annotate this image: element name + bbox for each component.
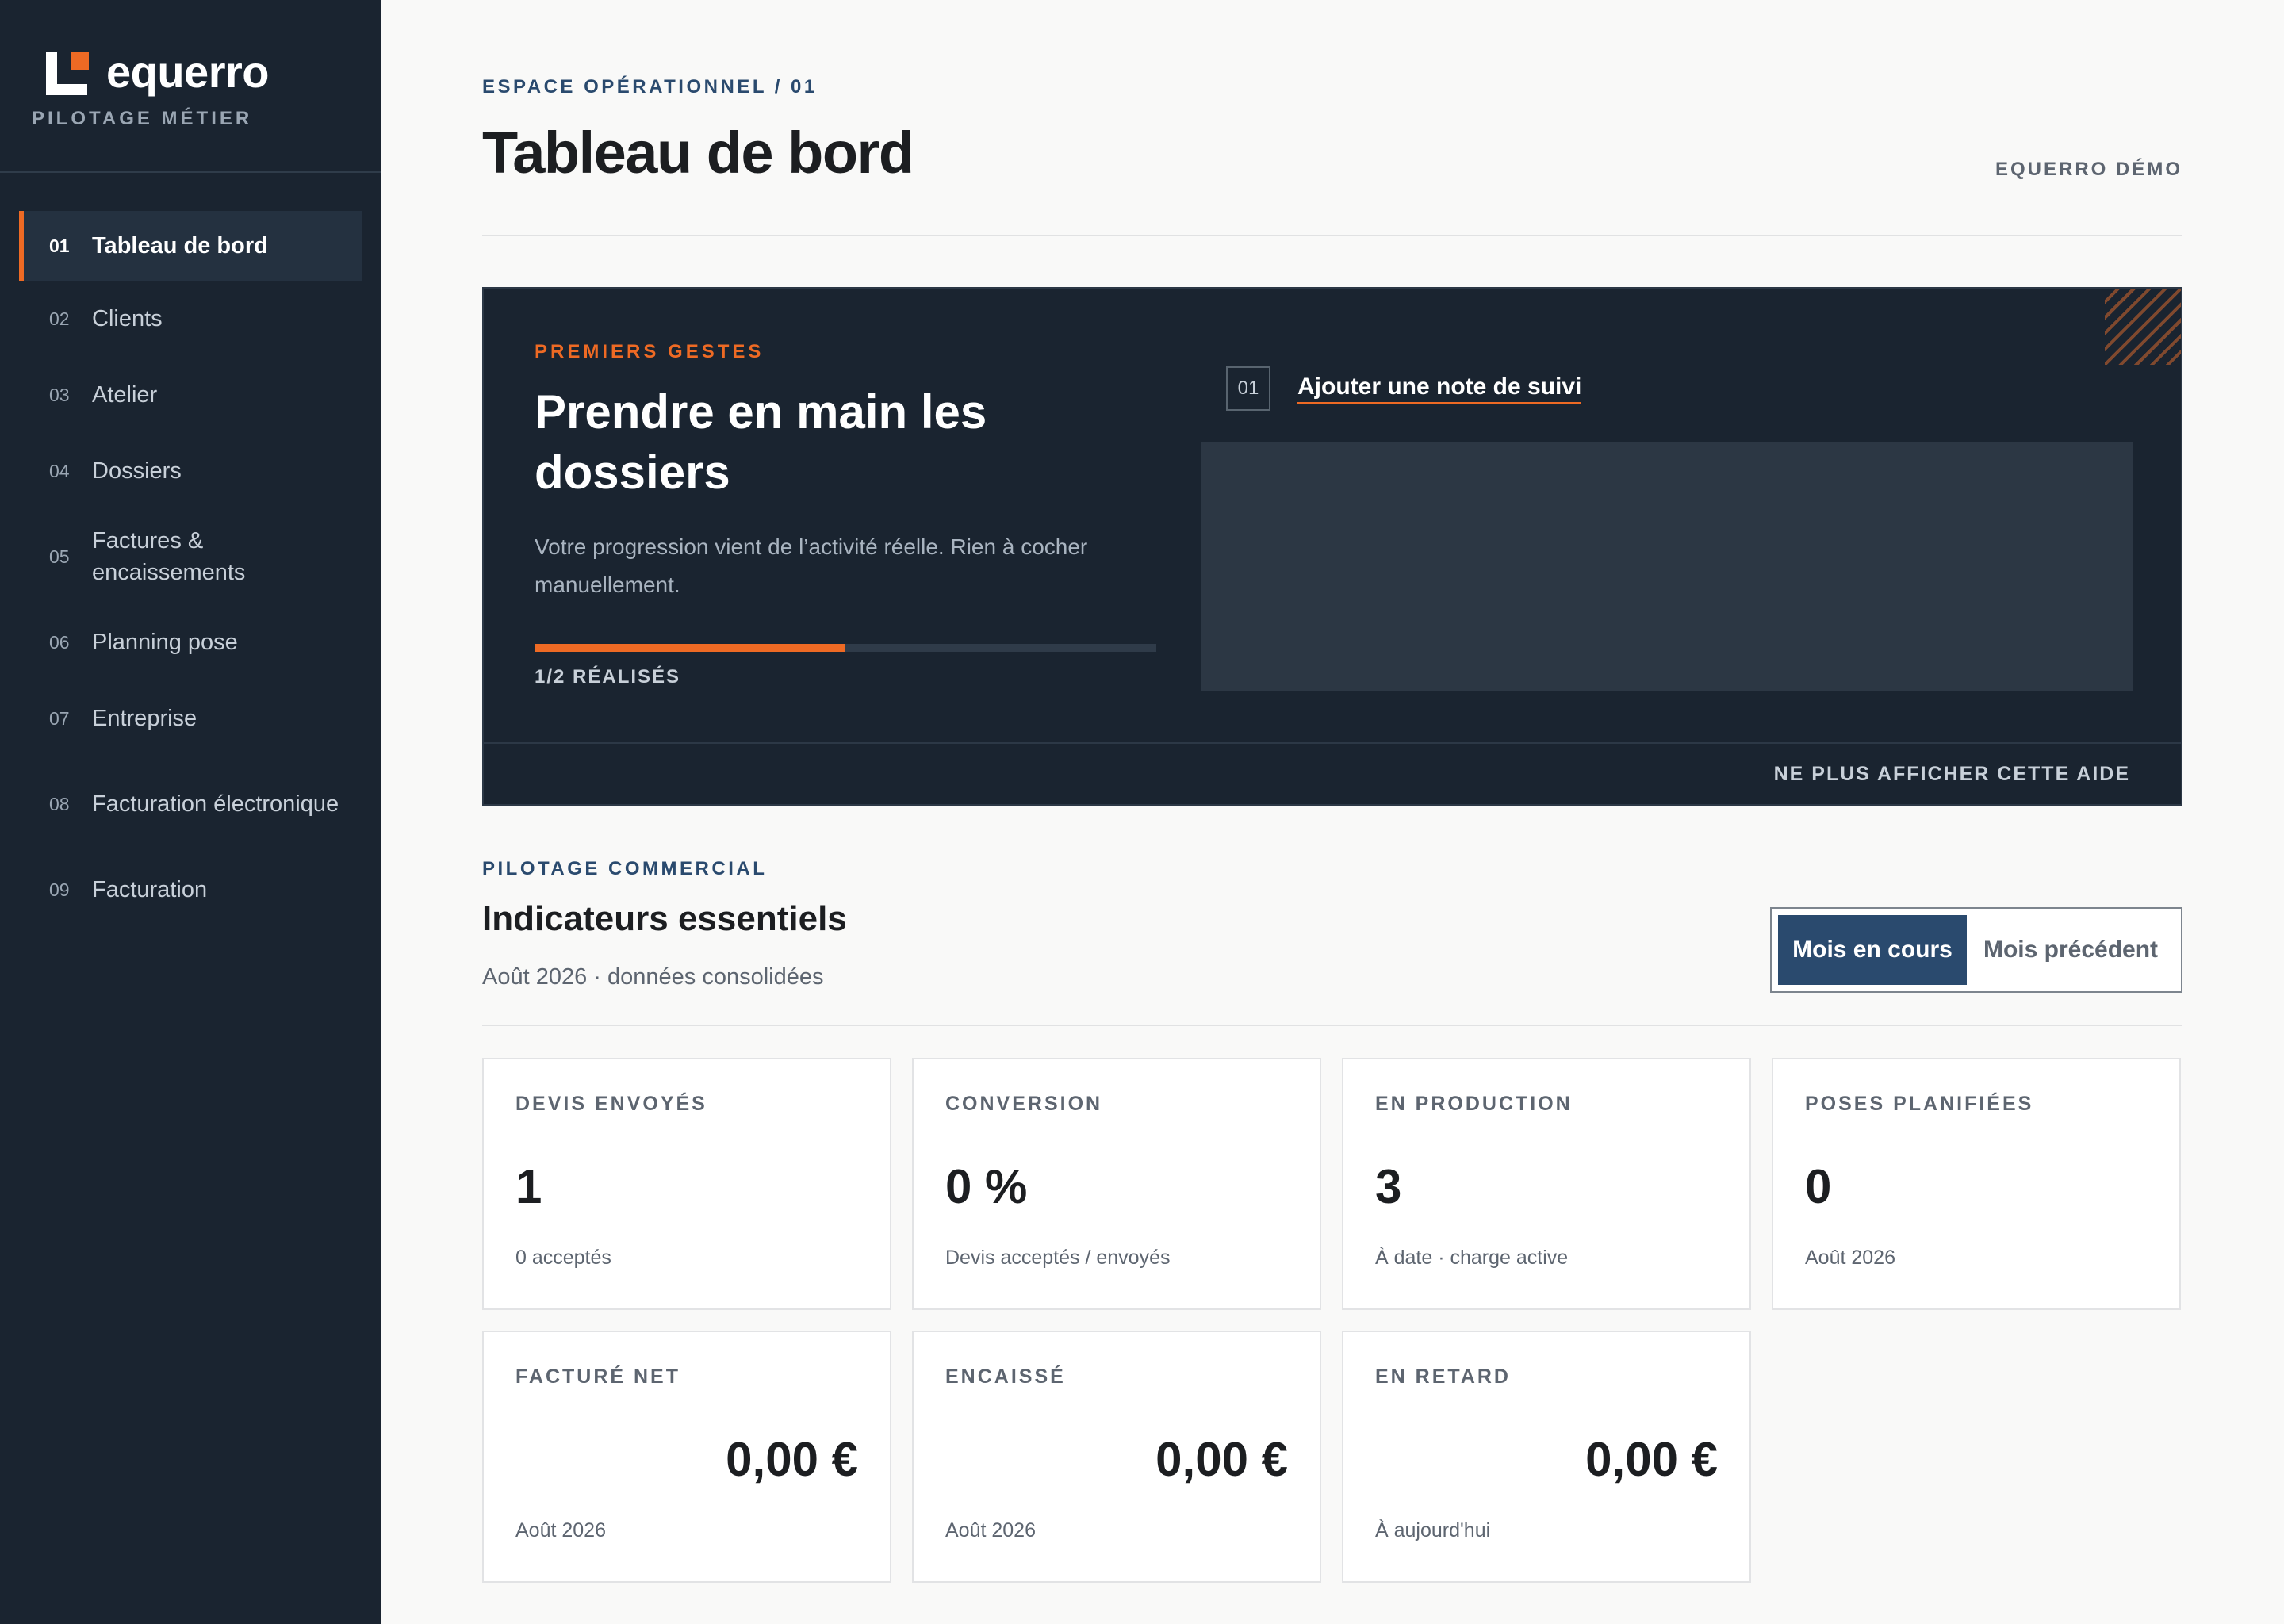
kpi-value: 0,00 € — [1585, 1433, 1718, 1486]
sidebar-item-number: 07 — [49, 708, 70, 729]
kpi-note: À date · charge active — [1375, 1247, 1569, 1269]
step-number: 01 — [1226, 366, 1270, 411]
sidebar-item-label: Tableau de bord — [92, 233, 268, 259]
sidebar-item-label: Dossiers — [92, 458, 182, 484]
sidebar-item-clients[interactable]: 02 Clients — [19, 281, 362, 357]
sidebar-item-label: Facturation électronique — [92, 791, 339, 817]
sidebar-item-number: 04 — [49, 461, 70, 481]
kpi-label: ENCAISSÉ — [945, 1365, 1066, 1388]
brand-logo[interactable]: equerro — [46, 47, 270, 97]
kpi-card-encaisse[interactable]: ENCAISSÉ 0,00 € Août 2026 — [912, 1331, 1321, 1583]
kpi-card-conversion[interactable]: CONVERSION 0 % Devis acceptés / envoyés — [912, 1058, 1321, 1310]
onboarding-progress-fill — [535, 644, 845, 652]
kpi-value: 1 — [515, 1160, 542, 1213]
hatch-decoration-icon — [2105, 289, 2181, 365]
sidebar-item-label: Entreprise — [92, 706, 197, 731]
onboarding-description: Votre progression vient de l’activité ré… — [535, 534, 1088, 597]
kpi-divider — [482, 1025, 2182, 1026]
sidebar-item-number: 08 — [49, 794, 70, 814]
sidebar-divider — [0, 171, 381, 173]
kpi-value: 0,00 € — [726, 1433, 858, 1486]
breadcrumb: ESPACE OPÉRATIONNEL / 01 — [482, 76, 818, 98]
kpi-card-devis-envoyes[interactable]: DEVIS ENVOYÉS 1 0 acceptés — [482, 1058, 891, 1310]
dismiss-help-button[interactable]: NE PLUS AFFICHER CETTE AIDE — [1774, 763, 2130, 786]
sidebar-nav: 01 Tableau de bord 02 Clients 03 Atelier… — [19, 211, 362, 928]
sidebar-item-label: Planning pose — [92, 630, 238, 655]
onboarding-eyebrow: PREMIERS GESTES — [535, 341, 765, 362]
sidebar-item-factures[interactable]: 05 Factures & encaissements — [19, 509, 362, 604]
sidebar-item-number: 06 — [49, 632, 70, 653]
sidebar-item-label: Clients — [92, 306, 163, 331]
kpi-card-poses-planifiees[interactable]: POSES PLANIFIÉES 0 Août 2026 — [1772, 1058, 2181, 1310]
kpi-note: Août 2026 — [945, 1519, 1036, 1542]
onboarding-panel: PREMIERS GESTES Prendre en main les doss… — [482, 287, 2182, 806]
onboarding-progress-label: 1/2 RÉALISÉS — [535, 666, 681, 688]
period-current-month-button[interactable]: Mois en cours — [1778, 915, 1967, 985]
kpi-label: POSES PLANIFIÉES — [1805, 1093, 2034, 1115]
sidebar-item-label: Facturation — [92, 877, 208, 902]
page-title: Tableau de bord — [482, 120, 914, 186]
sidebar-item-planning-pose[interactable]: 06 Planning pose — [19, 604, 362, 680]
sidebar-item-number: 02 — [49, 308, 70, 329]
kpi-subtitle: Août 2026 · données consolidées — [482, 964, 824, 990]
kpi-card-en-retard[interactable]: EN RETARD 0,00 € À aujourd'hui — [1342, 1331, 1751, 1583]
sidebar-item-dossiers[interactable]: 04 Dossiers — [19, 433, 362, 509]
kpi-eyebrow: PILOTAGE COMMERCIAL — [482, 858, 768, 879]
kpi-title: Indicateurs essentiels — [482, 899, 847, 938]
step-preview — [1201, 442, 2133, 691]
kpi-card-en-production[interactable]: EN PRODUCTION 3 À date · charge active — [1342, 1058, 1751, 1310]
brand-tagline: PILOTAGE MÉTIER — [32, 108, 253, 129]
sidebar-item-label: Factures & encaissements — [92, 528, 246, 585]
sidebar-item-number: 03 — [49, 385, 70, 405]
kpi-label: CONVERSION — [945, 1093, 1103, 1115]
sidebar-item-entreprise[interactable]: 07 Entreprise — [19, 680, 362, 756]
onboarding-title: Prendre en main les dossiers — [535, 385, 987, 499]
sidebar: equerro PILOTAGE MÉTIER 01 Tableau de bo… — [0, 0, 381, 1624]
onboarding-step: 01 Ajouter une note de suivi — [1226, 366, 1582, 411]
kpi-value: 0,00 € — [1155, 1433, 1288, 1486]
brand-name: equerro — [106, 47, 270, 97]
kpi-note: Août 2026 — [1805, 1247, 1895, 1269]
header-divider — [482, 235, 2182, 236]
sidebar-item-tableau-de-bord[interactable]: 01 Tableau de bord — [19, 211, 362, 281]
sidebar-item-number: 05 — [49, 546, 70, 567]
kpi-note: À aujourd'hui — [1375, 1519, 1491, 1542]
kpi-value: 3 — [1375, 1160, 1402, 1213]
kpi-label: FACTURÉ NET — [515, 1365, 680, 1388]
kpi-value: 0 — [1805, 1160, 1832, 1213]
sidebar-item-facturation[interactable]: 09 Facturation — [19, 852, 362, 928]
step-link-add-note[interactable]: Ajouter une note de suivi — [1297, 373, 1582, 404]
sidebar-item-number: 09 — [49, 879, 70, 900]
workspace-name[interactable]: EQUERRO DÉMO — [1995, 159, 2182, 181]
sidebar-item-facturation-electronique[interactable]: 08 Facturation électronique — [19, 756, 362, 852]
onboarding-footer-divider — [484, 742, 2181, 744]
kpi-label: EN RETARD — [1375, 1365, 1511, 1388]
kpi-note: Devis acceptés / envoyés — [945, 1247, 1171, 1269]
period-toggle: Mois en cours Mois précédent — [1770, 907, 2182, 993]
kpi-value: 0 % — [945, 1160, 1028, 1213]
onboarding-progress-bar — [535, 644, 1156, 652]
kpi-note: 0 acceptés — [515, 1247, 611, 1269]
kpi-note: Août 2026 — [515, 1519, 606, 1542]
kpi-label: DEVIS ENVOYÉS — [515, 1093, 707, 1115]
sidebar-item-number: 01 — [49, 236, 70, 256]
logo-mark-icon — [46, 49, 89, 95]
sidebar-item-label: Atelier — [92, 382, 158, 408]
kpi-card-facture-net[interactable]: FACTURÉ NET 0,00 € Août 2026 — [482, 1331, 891, 1583]
sidebar-item-atelier[interactable]: 03 Atelier — [19, 357, 362, 433]
period-previous-month-button[interactable]: Mois précédent — [1967, 915, 2175, 985]
kpi-label: EN PRODUCTION — [1375, 1093, 1573, 1115]
